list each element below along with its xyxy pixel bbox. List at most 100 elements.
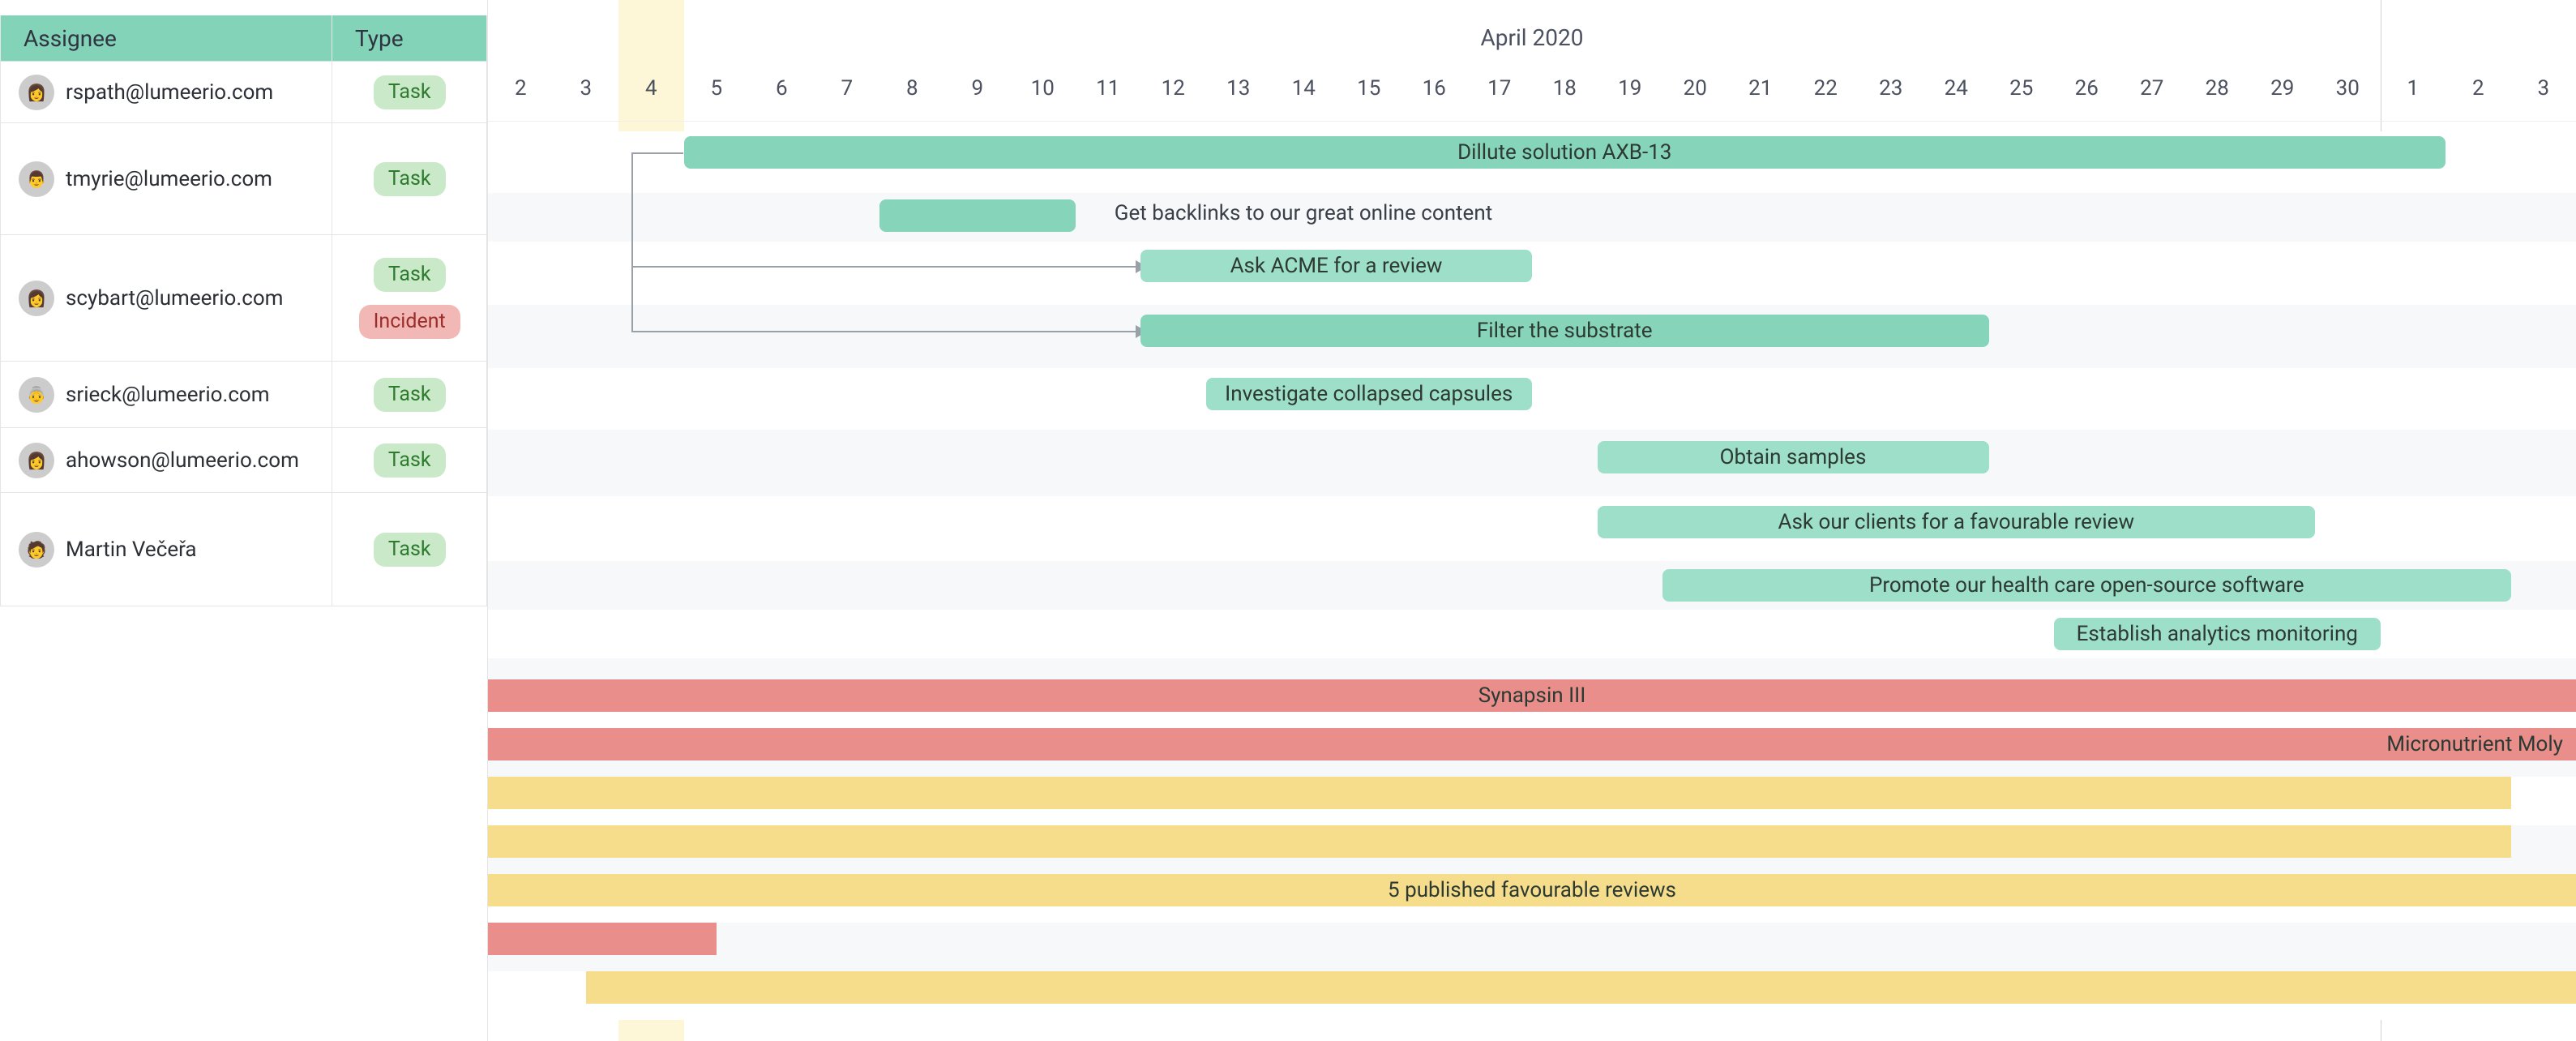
gantt-bar[interactable]: Investigate collapsed capsules [1206,378,1533,410]
axis-tick: 12 [1162,76,1185,101]
avatar: 👨 [19,161,54,197]
axis-tick: 25 [2009,76,2033,101]
axis-tick: 30 [2336,76,2360,101]
axis-tick: 9 [971,76,983,101]
assignee-row[interactable]: 👩 rspath@lumeerio.com Task [0,62,487,123]
axis-tick: 20 [1684,76,1707,101]
gantt-bar[interactable]: Obtain samples [1598,441,1989,473]
axis-tick: 6 [776,76,788,101]
axis-tick: 5 [710,76,722,101]
task-tag[interactable]: Task [374,533,446,567]
avatar: 👵 [19,377,54,413]
gantt-bar-label: Obtain samples [1707,445,1880,469]
dependency-line [631,152,683,154]
axis-tick: 26 [2075,76,2099,101]
dependency-line [631,152,633,169]
gantt-bar[interactable] [488,923,717,955]
avatar: 👩 [19,443,54,478]
assignee-name: tmyrie@lumeerio.com [66,167,272,191]
gantt-bar-label: Micronutrient Moly [2373,732,2576,756]
gantt-bar-label: Ask our clients for a favourable review [1765,510,2147,534]
avatar: 👩 [19,281,54,316]
axis-tick: 24 [1945,76,1968,101]
axis-tick: 29 [2270,76,2294,101]
axis-tick: 22 [1814,76,1838,101]
task-tag[interactable]: Task [374,162,446,196]
assignee-cell: 🧑Martin Večeřa [1,493,332,606]
axis-tick: 18 [1553,76,1577,101]
axis-tick: 3 [2537,76,2549,101]
axis-tick: 19 [1618,76,1641,101]
left-panel-headers: Assignee Type [0,0,487,62]
assignee-cell: 👩 ahowson@lumeerio.com [1,428,332,492]
gantt-bar[interactable]: Micronutrient Moly [488,728,2576,760]
task-tag[interactable]: Task [374,258,446,292]
gantt-bar-label: Dillute solution AXB-13 [1444,140,1684,165]
row-band [488,242,2576,305]
assignee-row[interactable]: 👩 ahowson@lumeerio.com Task [0,428,487,493]
axis-tick: 23 [1879,76,1902,101]
type-cell: Task Incident [332,235,487,361]
gantt-bar[interactable] [488,777,2511,809]
gantt-bar-label: Ask ACME for a review [1217,254,1456,278]
column-header-type-label: Type [355,25,404,52]
assignee-name: ahowson@lumeerio.com [66,448,299,473]
axis-tick: 14 [1292,76,1316,101]
axis-tick: 21 [1748,76,1772,101]
row-band [488,368,2576,430]
task-tag[interactable]: Task [374,378,446,412]
axis-tick: 4 [645,76,657,101]
axis-tick: 10 [1031,76,1055,101]
dependency-line [631,169,633,331]
timeline[interactable]: April 2020 23456789101112131415161718192… [488,0,2576,1041]
assignee-cell: 👩 rspath@lumeerio.com [1,62,332,122]
axis-tick: 11 [1096,76,1119,101]
type-cell: Task [332,362,487,427]
gantt-bar-label: Investigate collapsed capsules [1212,382,1525,406]
gantt-bar[interactable]: 5 published favourable reviews [488,874,2576,906]
assignee-row[interactable]: 👨 tmyrie@lumeerio.com Task [0,123,487,235]
dependency-line [631,266,1136,268]
gantt-bar-label: Establish analytics monitoring [2064,622,2371,646]
gantt-bar[interactable] [586,971,2576,1004]
axis-tick: 7 [841,76,853,101]
dependency-line [631,331,1136,332]
row-band [488,923,2576,971]
gantt-bar[interactable] [879,199,1076,232]
column-header-assignee[interactable]: Assignee [0,15,332,62]
task-tag[interactable]: Task [374,443,446,478]
gantt-bar-label: Synapsin III [1466,683,1599,708]
gantt-bar[interactable]: Synapsin III [488,679,2576,712]
gantt-bar[interactable]: Ask our clients for a favourable review [1598,506,2316,538]
gantt-bar-label: Filter the substrate [1464,319,1666,343]
gantt-bar[interactable]: Dillute solution AXB-13 [684,136,2446,169]
axis-month-label: April 2020 [1481,24,1584,51]
task-tag[interactable]: Task [374,75,446,109]
timeline-axis: April 2020 23456789101112131415161718192… [488,0,2576,122]
row-band [488,430,2576,496]
incident-tag[interactable]: Incident [359,305,460,339]
gantt-bar[interactable]: Filter the substrate [1140,315,1989,347]
column-header-type[interactable]: Type [332,15,487,62]
type-cell: Task [332,428,487,492]
axis-tick: 1 [2407,76,2419,101]
assignee-name: scybart@lumeerio.com [66,286,283,311]
gantt-bar[interactable]: Ask ACME for a review [1140,250,1532,282]
avatar: 👩 [19,75,54,110]
gantt-bar[interactable]: Establish analytics monitoring [2054,618,2381,650]
gantt-bar-label: 5 published favourable reviews [1375,878,1689,902]
axis-tick: 3 [580,76,592,101]
gantt-bar-label: Promote our health care open-source soft… [1856,573,2317,598]
axis-tick: 17 [1487,76,1511,101]
axis-tick: 15 [1357,76,1380,101]
assignee-row[interactable]: 🧑Martin Večeřa Task [0,493,487,606]
assignee-row[interactable]: 👵srieck@lumeerio.comTask [0,362,487,428]
axis-tick: 2 [2472,76,2484,101]
assignee-row[interactable]: 👩 scybart@lumeerio.com Task Incident [0,235,487,362]
left-panel: Assignee Type 👩 rspath@lumeerio.com Task 👨 t… [0,0,488,1041]
axis-tick: 2 [515,76,527,101]
assignee-cell: 👨 tmyrie@lumeerio.com [1,123,332,234]
assignee-name: rspath@lumeerio.com [66,80,273,105]
gantt-bar[interactable]: Promote our health care open-source soft… [1662,569,2511,602]
gantt-bar[interactable] [488,825,2511,858]
